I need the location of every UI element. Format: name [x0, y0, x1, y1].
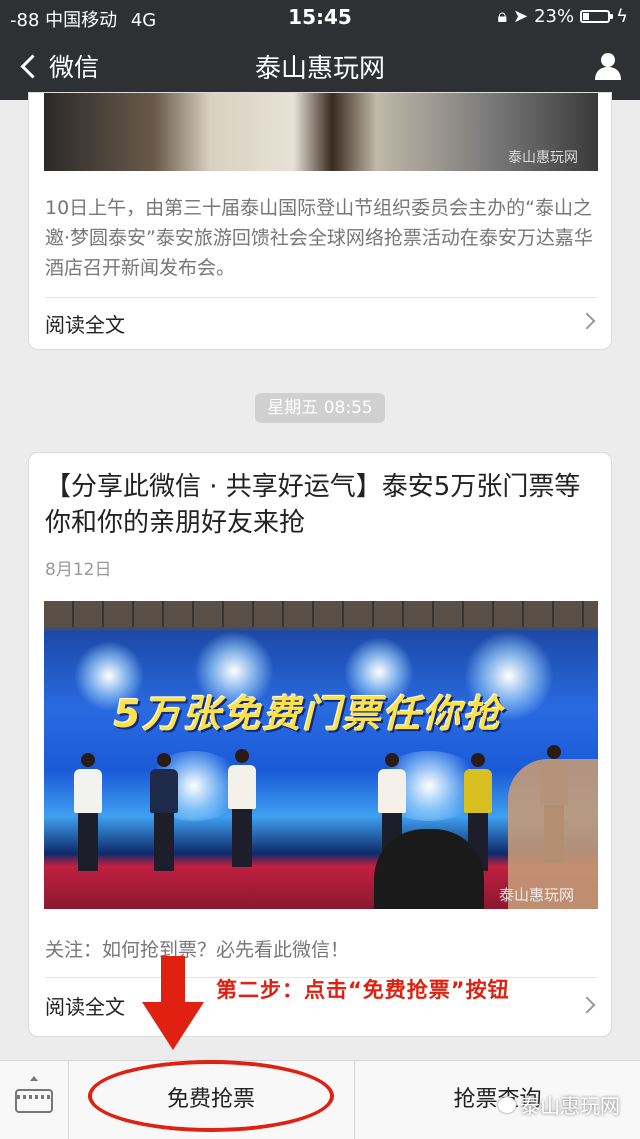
timestamp-badge: 星期五 08:55: [255, 393, 385, 423]
brand-watermark-text: 泰山惠玩网: [520, 1094, 620, 1118]
battery-percent: 23%: [534, 6, 575, 27]
battery-icon: [580, 10, 614, 23]
chevron-right-icon: [578, 312, 596, 330]
red-arrow-icon: [142, 956, 204, 1050]
article-card-1[interactable]: 泰山惠玩网 10日上午，由第三十届泰山国际登山节组织委员会主办的“泰山之邀·梦圆…: [28, 92, 612, 350]
read-more-link[interactable]: 阅读全文: [45, 991, 125, 1020]
charging-icon: ϟ: [616, 6, 628, 27]
stage-person: [228, 749, 256, 867]
chevron-right-icon: [578, 996, 596, 1014]
step-annotation: 第二步：点击“免费抢票”按钮: [216, 978, 510, 1002]
status-right: 🔒︎ ➤ 23% ϟ: [497, 6, 628, 27]
banner-headline: 5万张免费门票任你抢: [114, 692, 503, 736]
top-bar: -88 中国移动 4G 15:45 🔒︎ ➤ 23% ϟ 微信 泰山惠玩网: [0, 0, 640, 100]
keyboard-toggle-button[interactable]: [0, 1061, 69, 1139]
article-date: 8月12日: [45, 560, 112, 580]
ceiling-decoration: [44, 601, 598, 627]
location-icon: ➤: [513, 6, 529, 27]
divider: [45, 297, 597, 298]
free-ticket-menu-button[interactable]: 免费抢票: [68, 1061, 355, 1139]
article-card-2[interactable]: 【分享此微信 · 共享好运气】泰安5万张门票等你和你的亲朋好友来抢 8月12日 …: [28, 452, 612, 1037]
orientation-lock-icon: 🔒︎: [497, 6, 508, 27]
wechat-icon: [498, 1096, 516, 1113]
stage-person: [150, 753, 178, 871]
status-bar: -88 中国移动 4G 15:45 🔒︎ ➤ 23% ϟ: [0, 0, 640, 34]
keyboard-icon: [15, 1089, 53, 1113]
audience-head: [374, 829, 484, 909]
article-summary: 10日上午，由第三十届泰山国际登山节组织委员会主办的“泰山之邀·梦圆泰安”泰安旅…: [45, 197, 593, 279]
caret-up-icon: [30, 1076, 38, 1081]
nav-bar: 微信 泰山惠玩网: [0, 34, 640, 100]
read-more-link[interactable]: 阅读全文: [45, 309, 125, 338]
page-title: 泰山惠玩网: [254, 54, 385, 84]
brand-watermark: 泰山惠玩网: [498, 1090, 620, 1119]
article-title[interactable]: 【分享此微信 · 共享好运气】泰安5万张门票等你和你的亲朋好友来抢: [45, 469, 601, 541]
profile-icon[interactable]: [592, 50, 624, 82]
article-image-1: 泰山惠玩网: [44, 93, 598, 171]
image-watermark: 泰山惠玩网: [498, 886, 574, 904]
article-banner-image: 5万张免费门票任你抢 泰山惠玩网: [44, 601, 598, 909]
stage-person: [74, 753, 102, 871]
image-watermark: 泰山惠玩网: [508, 150, 578, 166]
